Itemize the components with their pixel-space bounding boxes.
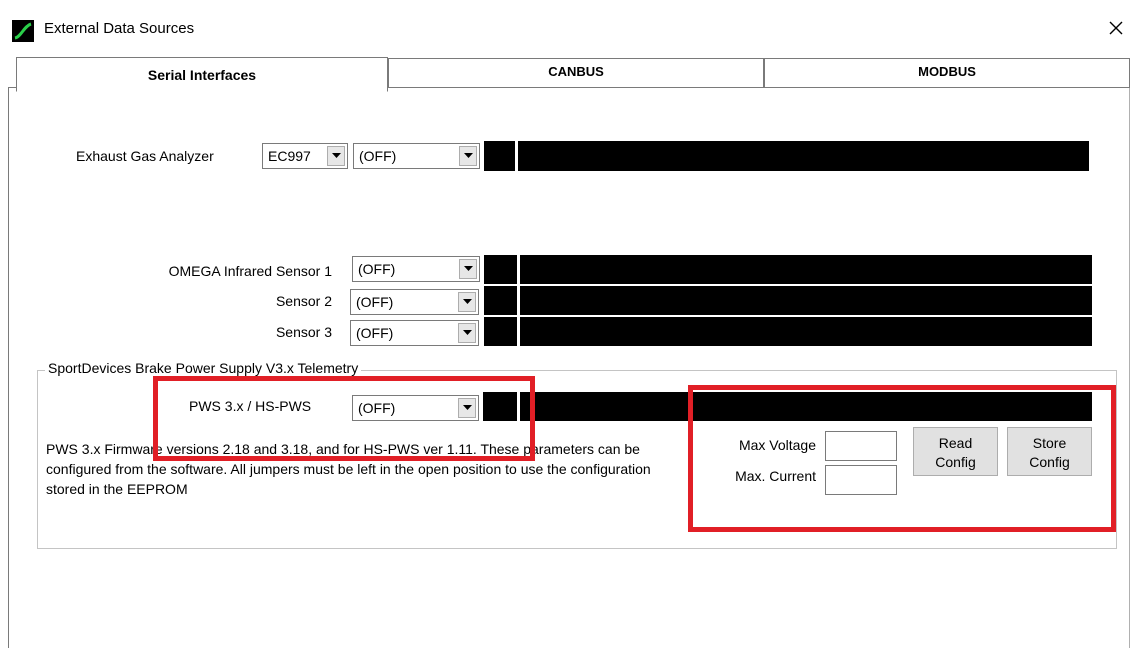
store-config-button[interactable]: Store Config (1007, 427, 1092, 476)
chevron-down-icon[interactable] (458, 323, 476, 343)
omega-sensor2-label: Sensor 2 (275, 293, 332, 309)
pws-status-bar (520, 392, 1092, 421)
exhaust-port-value: (OFF) (359, 148, 397, 164)
store-config-label-1: Store (1032, 435, 1067, 451)
pws-description: PWS 3.x Firmware versions 2.18 and 3.18,… (46, 441, 651, 497)
read-config-button[interactable]: Read Config (913, 427, 998, 476)
exhaust-model-select[interactable]: EC997 (262, 143, 348, 169)
omega-sensor3-value: (OFF) (356, 325, 394, 341)
tab-modbus[interactable]: MODBUS (764, 58, 1130, 87)
omega-sensor3-bar (520, 317, 1092, 346)
max-voltage-label: Max Voltage (738, 437, 816, 453)
title-bar: External Data Sources (0, 0, 1131, 60)
store-config-label-2: Config (1029, 454, 1070, 470)
omega-sensor1-indicator (484, 255, 517, 284)
omega-sensor3-select[interactable]: (OFF) (350, 320, 479, 346)
exhaust-status-indicator (484, 141, 515, 171)
pws-select[interactable]: (OFF) (352, 395, 479, 421)
omega-sensor2-indicator (484, 286, 517, 315)
omega-sensor3-indicator (484, 317, 517, 346)
omega-sensor1-label: OMEGA Infrared Sensor 1 (168, 263, 332, 279)
read-config-label-1: Read (938, 435, 973, 451)
omega-sensor3-label: Sensor 3 (275, 324, 332, 340)
close-icon[interactable] (1104, 15, 1128, 41)
read-config-label-2: Config (935, 454, 976, 470)
max-current-label: Max. Current (735, 468, 816, 484)
max-voltage-input[interactable] (825, 431, 897, 461)
exhaust-port-select[interactable]: (OFF) (353, 143, 480, 169)
tab-canbus[interactable]: CANBUS (388, 58, 764, 87)
graph-curve-icon (12, 20, 34, 42)
chevron-down-icon[interactable] (458, 398, 476, 418)
exhaust-model-value: EC997 (268, 148, 311, 164)
exhaust-gas-label: Exhaust Gas Analyzer (76, 148, 214, 164)
omega-sensor1-bar (520, 255, 1092, 284)
window-title: External Data Sources (44, 20, 195, 37)
chevron-down-icon[interactable] (327, 146, 345, 166)
omega-sensor2-select[interactable]: (OFF) (350, 289, 479, 315)
omega-sensor1-select[interactable]: (OFF) (352, 256, 480, 282)
pws-indicator (483, 392, 517, 421)
chevron-down-icon[interactable] (459, 146, 477, 166)
chevron-down-icon[interactable] (459, 259, 477, 279)
brake-group-title: SportDevices Brake Power Supply V3.x Tel… (45, 360, 362, 376)
tab-serial-interfaces[interactable]: Serial Interfaces (16, 57, 388, 92)
omega-sensor2-bar (520, 286, 1092, 315)
omega-sensor1-value: (OFF) (358, 261, 396, 277)
chevron-down-icon[interactable] (458, 292, 476, 312)
exhaust-status-bar (518, 141, 1089, 171)
pws-value: (OFF) (358, 400, 396, 416)
omega-sensor2-value: (OFF) (356, 294, 394, 310)
pws-label: PWS 3.x / HS-PWS (189, 398, 312, 414)
max-current-input[interactable] (825, 465, 897, 495)
